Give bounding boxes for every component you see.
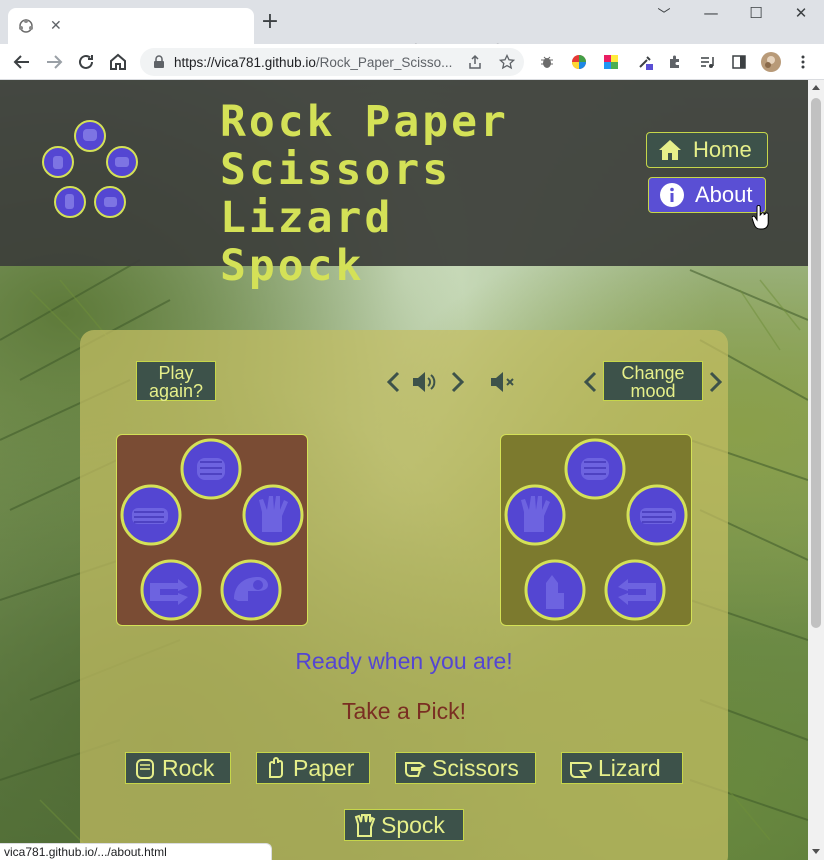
link-status-bar: vica781.github.io/.../about.html [0, 843, 272, 860]
site-title-line-1: Rock Paper [220, 97, 509, 147]
play-again-label-1: Play [158, 363, 194, 383]
extensions-puzzle-icon[interactable] [667, 54, 683, 70]
player-scissors-icon [140, 559, 202, 621]
mood-previous-chevron-icon[interactable] [583, 371, 599, 393]
choice-scissors-label: Scissors [432, 754, 519, 781]
computer-rock-icon [564, 438, 626, 500]
home-icon[interactable] [106, 50, 130, 74]
minimize-button[interactable]: — [697, 4, 725, 22]
change-mood-button[interactable]: Change mood [603, 361, 703, 401]
mute-icon[interactable] [489, 371, 517, 393]
color-wheel-extension-icon[interactable] [571, 54, 587, 70]
play-again-label-2: again? [148, 381, 204, 401]
choice-spock-label: Spock [381, 811, 445, 838]
change-mood-label-1: Change [621, 363, 685, 383]
paper-hand-icon [269, 757, 283, 778]
info-icon [660, 183, 684, 207]
hand-pointer-cursor-icon [752, 205, 769, 230]
site-title-line-2: Scissors Lizard [220, 145, 452, 243]
browser-tab[interactable]: Home Rock-Paper-Scissors-Lizar ✕ [8, 8, 532, 57]
pick-prompt: Take a Pick! [342, 698, 466, 724]
player-rock-icon [180, 438, 242, 500]
nav-home-label: Home [693, 137, 752, 162]
play-again-button[interactable]: Play again? [136, 361, 216, 401]
mood-next-chevron-icon[interactable] [707, 371, 723, 393]
choice-lizard-button[interactable]: Lizard [561, 752, 683, 784]
site-header: Rock Paper Scissors Lizard Spock Home Ab… [0, 80, 808, 290]
color-grid-extension-icon[interactable] [603, 54, 619, 70]
choice-spock-button[interactable]: Spock [344, 809, 464, 841]
favicon-icon [19, 19, 33, 33]
forward-icon[interactable] [42, 50, 66, 74]
nav-about-button[interactable]: About [648, 177, 766, 213]
lock-icon [154, 55, 164, 68]
back-icon[interactable] [10, 50, 34, 74]
player-paper-icon [120, 484, 182, 546]
url-text: https://vica781.github.io/Rock_Paper_Sci… [174, 55, 452, 70]
browser-menu-icon[interactable] [795, 54, 811, 70]
page-viewport: Rock Paper Scissors Lizard Spock Home Ab… [0, 80, 808, 860]
tab-close-icon[interactable]: ✕ [50, 18, 62, 34]
volume-down-chevron-icon[interactable] [386, 371, 402, 393]
sound-on-icon[interactable] [411, 371, 439, 393]
choice-rock-label: Rock [162, 754, 215, 781]
computer-spock-icon [504, 484, 566, 546]
side-panel-icon[interactable] [731, 54, 747, 70]
choice-paper-button[interactable]: Paper [256, 752, 370, 784]
computer-scissors-icon [604, 559, 666, 621]
computer-hand-board [500, 434, 692, 626]
status-message: Ready when you are! [295, 648, 513, 674]
close-window-button[interactable]: ✕ [787, 4, 815, 22]
url-host: https://vica781.github.io [174, 54, 316, 70]
scroll-down-arrow-icon[interactable] [812, 849, 820, 854]
computer-lizard-icon [524, 559, 586, 621]
rpsls-logo-icon[interactable] [40, 120, 140, 220]
reload-icon[interactable] [74, 50, 98, 74]
spock-hand-icon [354, 814, 376, 837]
bug-extension-icon[interactable] [539, 54, 555, 70]
volume-up-chevron-icon[interactable] [449, 371, 465, 393]
rock-hand-icon [136, 759, 154, 779]
game-panel: Play again? Change mood Ready when you a… [80, 330, 728, 860]
scrollbar-thumb[interactable] [811, 98, 821, 628]
site-title: Rock Paper Scissors Lizard Spock [220, 98, 640, 290]
site-title-line-3: Spock [220, 241, 365, 291]
player-lizard-icon [220, 559, 282, 621]
profile-avatar[interactable] [761, 52, 781, 72]
eyedropper-extension-icon[interactable] [637, 54, 653, 70]
scissors-hand-icon [405, 762, 426, 777]
scroll-up-arrow-icon[interactable] [812, 85, 820, 90]
media-control-icon[interactable] [699, 54, 715, 70]
lizard-hand-icon [570, 762, 593, 778]
choice-rock-button[interactable]: Rock [125, 752, 231, 784]
computer-paper-icon [626, 484, 688, 546]
choice-scissors-button[interactable]: Scissors [395, 752, 536, 784]
maximize-button[interactable]: ☐ [742, 4, 770, 22]
change-mood-label-2: mood [630, 381, 676, 401]
choice-paper-label: Paper [293, 754, 355, 781]
nav-about-label: About [695, 182, 753, 207]
choice-lizard-label: Lizard [598, 754, 661, 781]
bookmark-star-icon[interactable] [499, 54, 515, 70]
tab-search-icon[interactable]: ﹀ [650, 4, 678, 23]
nav-home-button[interactable]: Home [646, 132, 768, 168]
player-spock-icon [242, 484, 304, 546]
home-icon [659, 140, 681, 160]
browser-toolbar: https://vica781.github.io/Rock_Paper_Sci… [0, 44, 824, 80]
player-hand-board [116, 434, 308, 626]
browser-tab-bar: Home Rock-Paper-Scissors-Lizar ✕ + ﹀ — ☐… [0, 0, 824, 57]
url-path: /Rock_Paper_Scisso... [315, 54, 453, 70]
share-icon[interactable] [467, 54, 483, 70]
new-tab-button[interactable]: + [258, 10, 282, 34]
